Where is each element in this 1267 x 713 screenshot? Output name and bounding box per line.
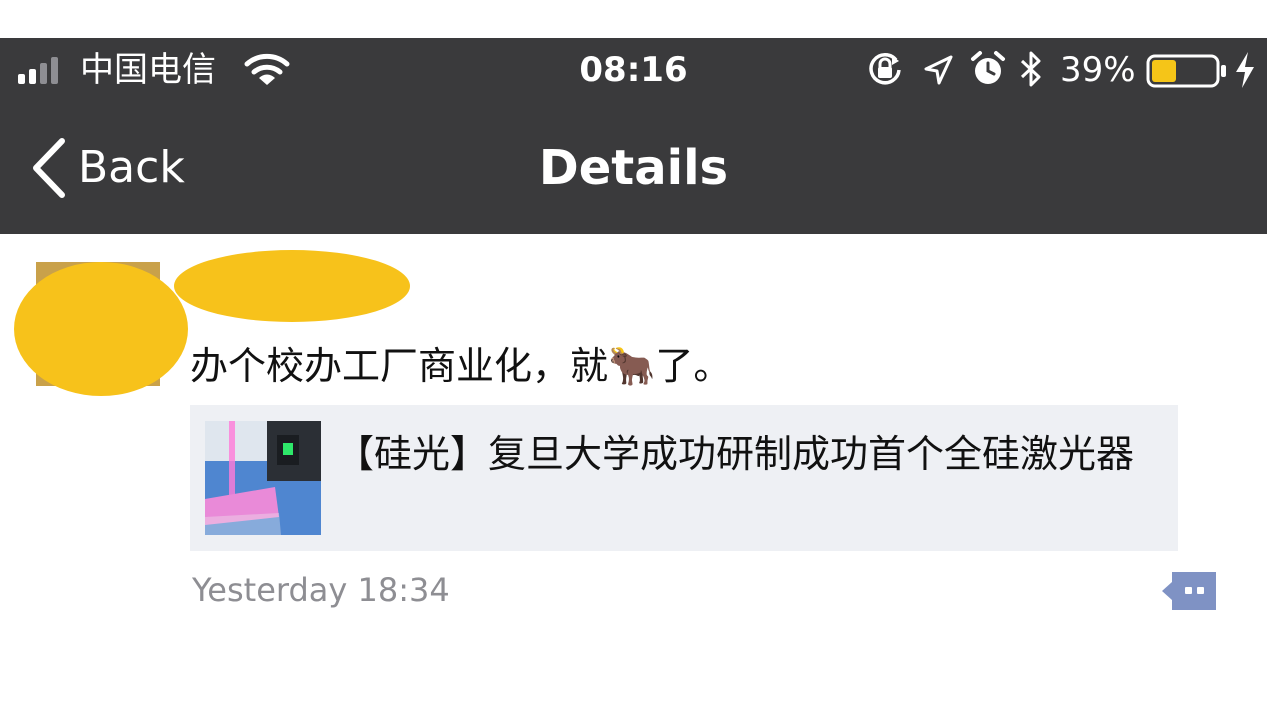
comment-icon[interactable] <box>1160 570 1218 612</box>
status-bar: 中国电信 08:16 39% <box>0 38 1267 102</box>
link-thumbnail <box>205 421 321 535</box>
bluetooth-icon <box>1020 51 1041 87</box>
battery-percent: 39% <box>1060 50 1136 90</box>
thumbnail-image <box>205 421 321 535</box>
avatar-redaction <box>14 262 188 396</box>
username-redaction <box>174 250 410 322</box>
location-icon <box>924 55 953 85</box>
battery-icon <box>1146 54 1226 88</box>
post-text: 办个校办工厂商业化，就🐂了。 <box>190 344 732 388</box>
alarm-icon <box>971 51 1005 84</box>
top-white-band <box>0 0 1267 38</box>
battery-fill <box>1152 60 1176 82</box>
charging-icon <box>1236 52 1254 88</box>
orientation-lock-icon <box>869 52 901 85</box>
page-title: Details <box>538 140 729 196</box>
shared-link-card[interactable]: 【硅光】复旦大学成功研制成功首个全硅激光器 <box>190 405 1178 551</box>
header: 中国电信 08:16 39% Back Details <box>0 38 1267 234</box>
post-timestamp: Yesterday 18:34 <box>192 571 450 609</box>
link-title: 【硅光】复旦大学成功研制成功首个全硅激光器 <box>336 432 1135 476</box>
